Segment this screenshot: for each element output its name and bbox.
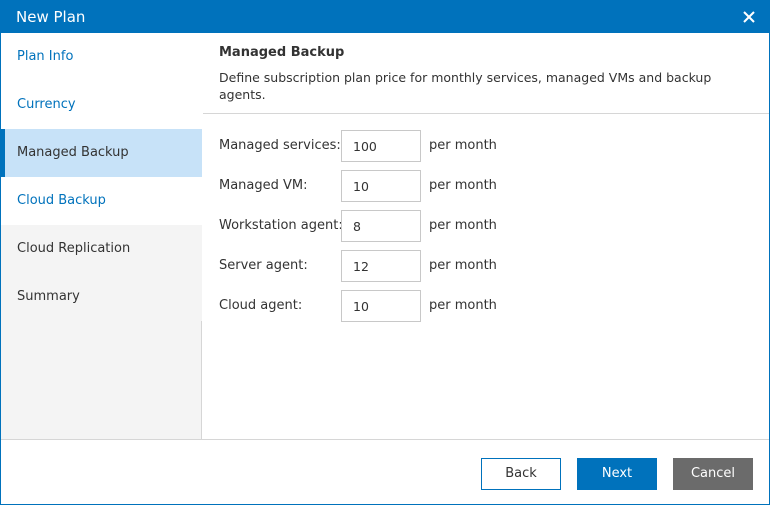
step-label: Summary xyxy=(17,289,80,304)
step-title: Managed Backup xyxy=(219,45,345,60)
step-currency[interactable]: Currency xyxy=(1,81,202,129)
cloud-agent-unit: per month xyxy=(429,298,497,313)
managed-services-label: Managed services: xyxy=(219,138,341,153)
step-label: Cloud Backup xyxy=(17,193,106,208)
step-description: Define subscription plan price for month… xyxy=(219,70,712,102)
cancel-button[interactable]: Cancel xyxy=(673,458,753,490)
managed-vm-unit: per month xyxy=(429,178,497,193)
wizard-steps-sidebar: Plan Info Currency Managed Backup Cloud … xyxy=(1,33,211,439)
server-agent-input[interactable] xyxy=(341,250,421,282)
step-cloud-backup[interactable]: Cloud Backup xyxy=(1,177,202,225)
cloud-agent-label: Cloud agent: xyxy=(219,298,303,313)
title-bar: New Plan xyxy=(1,1,769,33)
step-header: Managed Backup Define subscription plan … xyxy=(203,33,769,114)
dialog-title: New Plan xyxy=(16,8,86,26)
managed-services-input[interactable] xyxy=(341,130,421,162)
next-button[interactable]: Next xyxy=(577,458,657,490)
managed-services-unit: per month xyxy=(429,138,497,153)
dialog-footer: Back Next Cancel xyxy=(1,439,769,504)
step-cloud-replication[interactable]: Cloud Replication xyxy=(1,225,202,273)
workstation-agent-label: Workstation agent: xyxy=(219,218,343,233)
workstation-agent-input[interactable] xyxy=(341,210,421,242)
server-agent-unit: per month xyxy=(429,258,497,273)
step-plan-info[interactable]: Plan Info xyxy=(1,33,202,81)
step-label: Plan Info xyxy=(17,49,74,64)
new-plan-dialog: New Plan Plan Info Currency Managed Back… xyxy=(0,0,770,505)
step-label: Managed Backup xyxy=(17,145,129,160)
step-label: Currency xyxy=(17,97,76,112)
active-step-pointer xyxy=(203,145,211,161)
managed-vm-label: Managed VM: xyxy=(219,178,308,193)
workstation-agent-unit: per month xyxy=(429,218,497,233)
managed-vm-input[interactable] xyxy=(341,170,421,202)
back-button[interactable]: Back xyxy=(481,458,561,490)
close-button[interactable] xyxy=(737,5,761,29)
server-agent-label: Server agent: xyxy=(219,258,308,273)
step-summary[interactable]: Summary xyxy=(1,273,202,321)
step-managed-backup[interactable]: Managed Backup xyxy=(1,129,211,177)
close-icon xyxy=(743,11,755,23)
cloud-agent-input[interactable] xyxy=(341,290,421,322)
step-label: Cloud Replication xyxy=(17,241,131,256)
